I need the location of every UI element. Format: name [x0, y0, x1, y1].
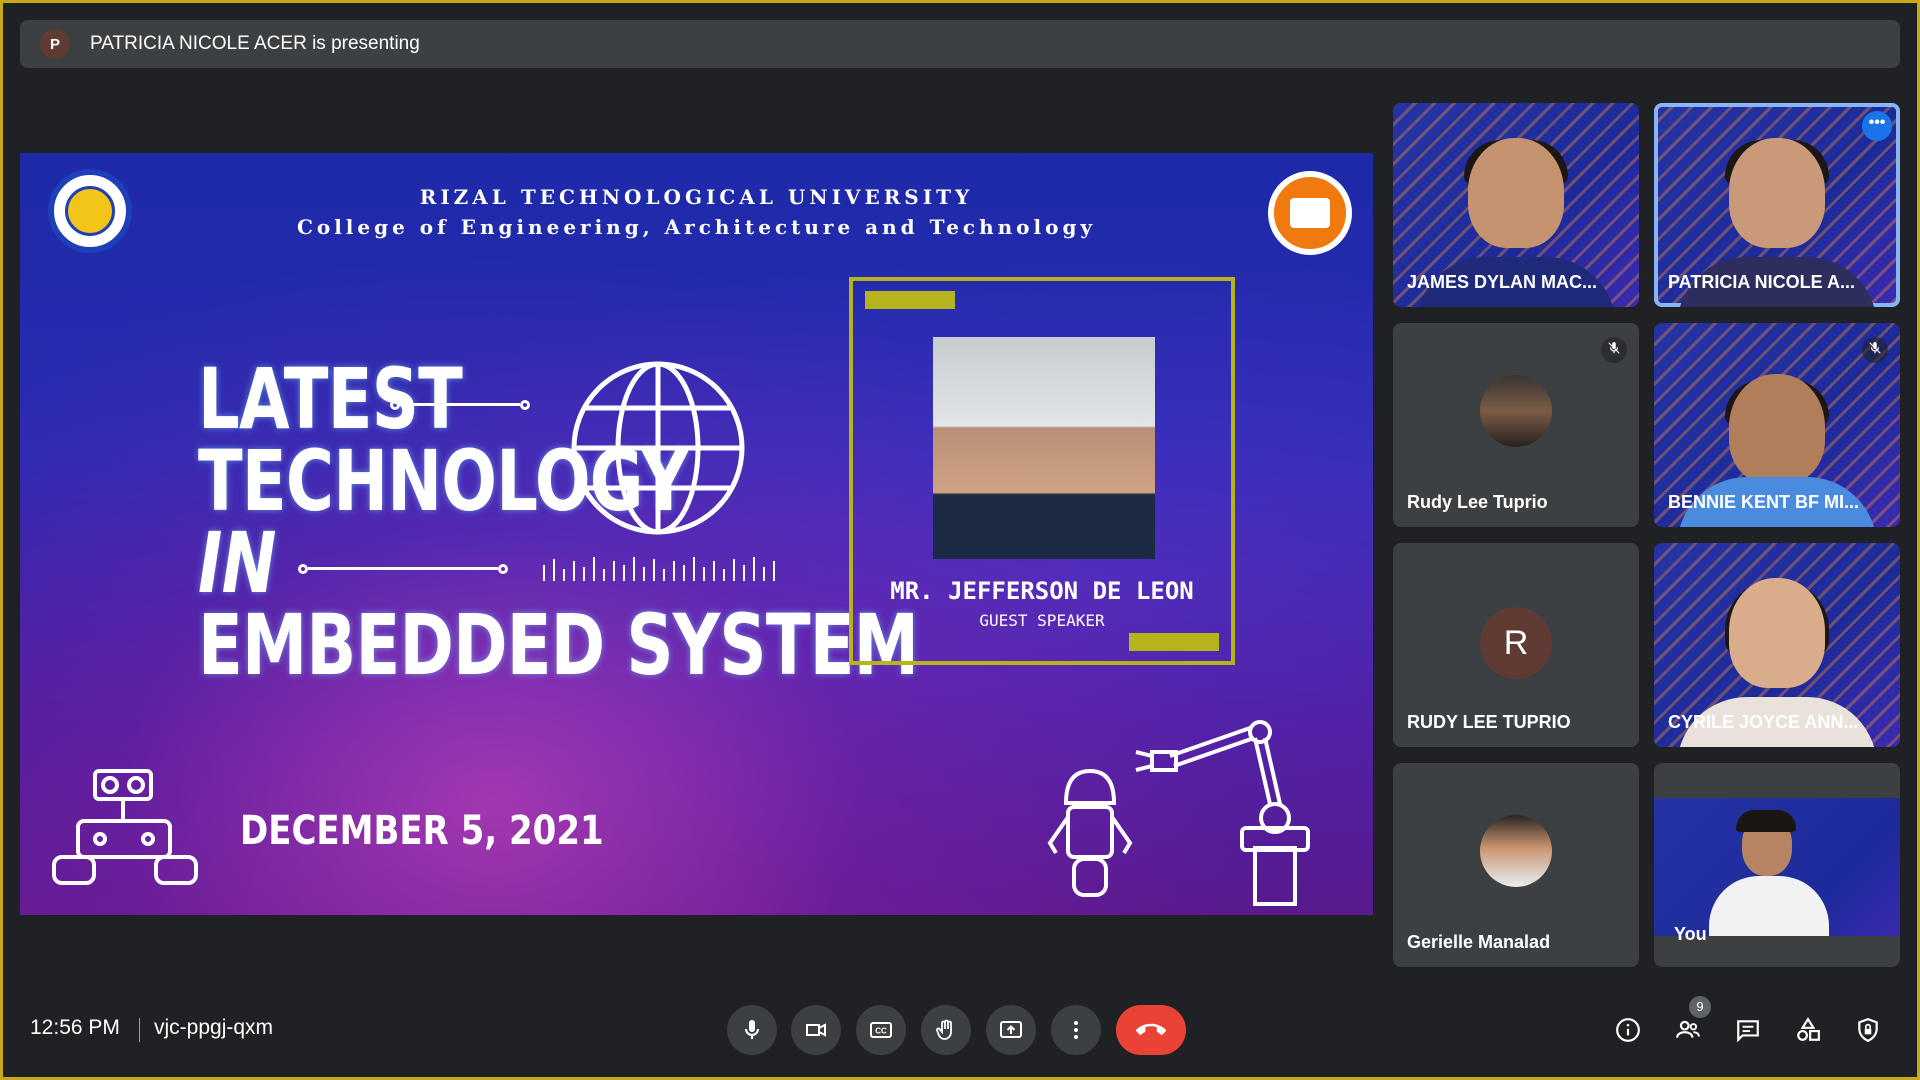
participant-tile[interactable]: R RUDY LEE TUPRIO	[1393, 543, 1639, 747]
footer-divider	[139, 1018, 140, 1042]
event-date: DECEMBER 5, 2021	[240, 808, 604, 854]
participant-name: JAMES DYLAN MAC...	[1407, 272, 1598, 292]
rover-robot-icon	[52, 769, 198, 885]
raise-hand-button[interactable]	[921, 1005, 971, 1055]
speaker-name: MR. JEFFERSON DE LEON	[890, 577, 1194, 605]
title-line-4: EMBEDDED SYSTEM	[198, 596, 919, 694]
frame-accent-bar	[1129, 633, 1219, 651]
hand-icon	[936, 1019, 952, 1040]
present-button[interactable]	[986, 1005, 1036, 1055]
participant-tile[interactable]: ••• PATRICIA NICOLE A...	[1654, 103, 1900, 307]
more-options-button[interactable]	[1051, 1005, 1101, 1055]
participant-name: You	[1674, 924, 1707, 944]
participant-video	[1729, 577, 1825, 688]
robotic-arm-icon	[1135, 720, 1310, 906]
decor-line	[308, 567, 498, 570]
slide-header: RIZAL TECHNOLOGICAL UNIVERSITY College o…	[20, 185, 1373, 239]
globe-icon	[571, 361, 745, 535]
participant-avatar	[1480, 815, 1552, 887]
people-icon	[1676, 1020, 1700, 1038]
leave-call-button[interactable]	[1116, 1005, 1186, 1055]
host-controls-button[interactable]	[1850, 1012, 1886, 1048]
participant-name: CYRILE JOYCE ANN...	[1668, 712, 1859, 732]
captions-button[interactable]: CC	[856, 1005, 906, 1055]
participant-tile[interactable]: BENNIE KENT BF MI...	[1654, 323, 1900, 527]
presenting-text: PATRICIA NICOLE ACER is presenting	[90, 33, 420, 54]
shapes-icon	[1797, 1017, 1820, 1041]
participant-avatar: R	[1480, 607, 1552, 679]
participant-video	[1729, 137, 1825, 248]
mic-off-icon	[1862, 337, 1888, 363]
chat-icon	[1737, 1020, 1759, 1043]
present-screen-icon	[1000, 1021, 1022, 1038]
activities-button[interactable]	[1790, 1012, 1826, 1048]
decor-dot	[298, 564, 308, 574]
shield-lock-icon	[1858, 1018, 1878, 1043]
phone-hangup-icon	[1136, 1023, 1166, 1035]
title-line-2: TECHNOLOGY	[198, 432, 689, 530]
people-count-badge: 9	[1689, 996, 1711, 1018]
humanoid-robot-icon	[1047, 768, 1133, 897]
decor-dot	[520, 400, 530, 410]
speaker-frame: MR. JEFFERSON DE LEON GUEST SPEAKER	[849, 277, 1235, 665]
participant-video	[1468, 137, 1564, 248]
college-name: College of Engineering, Architecture and…	[296, 215, 1097, 239]
svg-text:CC: CC	[875, 1027, 887, 1036]
presenting-banner: P PATRICIA NICOLE ACER is presenting	[20, 20, 1900, 68]
speaker-role: GUEST SPEAKER	[979, 611, 1105, 630]
camera-button[interactable]	[791, 1005, 841, 1055]
participant-video	[1729, 374, 1825, 485]
more-vert-icon	[1074, 1021, 1078, 1039]
more-options-icon[interactable]: •••	[1862, 111, 1892, 141]
participant-name: Gerielle Manalad	[1407, 932, 1551, 952]
participant-tile[interactable]: Rudy Lee Tuprio	[1393, 323, 1639, 527]
presentation-slide[interactable]: RIZAL TECHNOLOGICAL UNIVERSITY College o…	[20, 153, 1373, 915]
participant-name: Rudy Lee Tuprio	[1407, 492, 1548, 512]
self-video	[1654, 798, 1900, 936]
presenter-avatar: P	[40, 29, 70, 59]
participant-tile[interactable]: You	[1654, 763, 1900, 967]
microphone-button[interactable]	[727, 1005, 777, 1055]
slide-title: LATEST TECHNOLOGY IN EMBEDDED SYSTEM	[198, 350, 919, 694]
microphone-icon	[745, 1020, 759, 1039]
video-camera-icon	[806, 1023, 826, 1037]
speaker-photo	[933, 337, 1155, 559]
mic-off-icon	[1601, 337, 1627, 363]
participant-tile[interactable]: CYRILE JOYCE ANN...	[1654, 543, 1900, 747]
participant-tile[interactable]: JAMES DYLAN MAC...	[1393, 103, 1639, 307]
participant-tile[interactable]: Gerielle Manalad	[1393, 763, 1639, 967]
chat-button[interactable]	[1730, 1012, 1766, 1048]
meeting-details-button[interactable]	[1610, 1012, 1646, 1048]
participant-name: PATRICIA NICOLE A...	[1668, 272, 1855, 292]
soundwave-icon	[543, 557, 775, 581]
university-name: RIZAL TECHNOLOGICAL UNIVERSITY	[419, 185, 974, 209]
title-line-1: LATEST	[198, 350, 463, 448]
frame-accent-bar	[865, 291, 955, 309]
participant-avatar	[1480, 375, 1552, 447]
decor-dot	[390, 400, 400, 410]
meeting-code: vjc-ppgj-qxm	[154, 1016, 274, 1039]
decor-dot	[498, 564, 508, 574]
closed-captions-icon: CC	[870, 1022, 892, 1038]
participant-name: BENNIE KENT BF MI...	[1668, 492, 1860, 512]
participant-name: RUDY LEE TUPRIO	[1407, 712, 1571, 732]
decor-line	[400, 403, 520, 406]
clock: 12:56 PM	[30, 1016, 120, 1039]
info-icon	[1616, 1018, 1640, 1042]
